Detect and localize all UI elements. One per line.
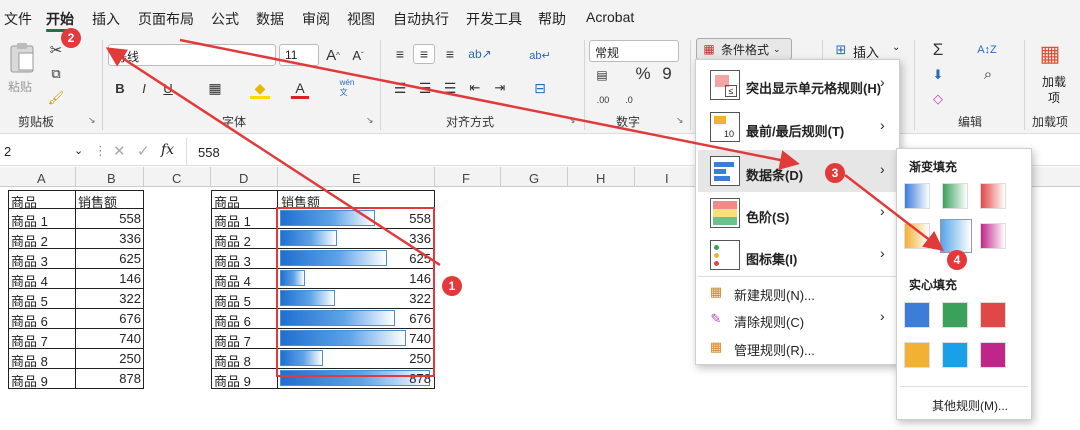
annotation-badge-2: 2 <box>61 28 81 48</box>
annotation-badge-1: 1 <box>442 276 462 296</box>
annotation-arrows <box>105 38 944 267</box>
annotation-badge-3: 3 <box>825 163 845 183</box>
annotation-badge-4: 4 <box>947 250 967 270</box>
annotation-arrow-2 <box>179 38 800 170</box>
annotation-arrow-3 <box>844 174 944 252</box>
